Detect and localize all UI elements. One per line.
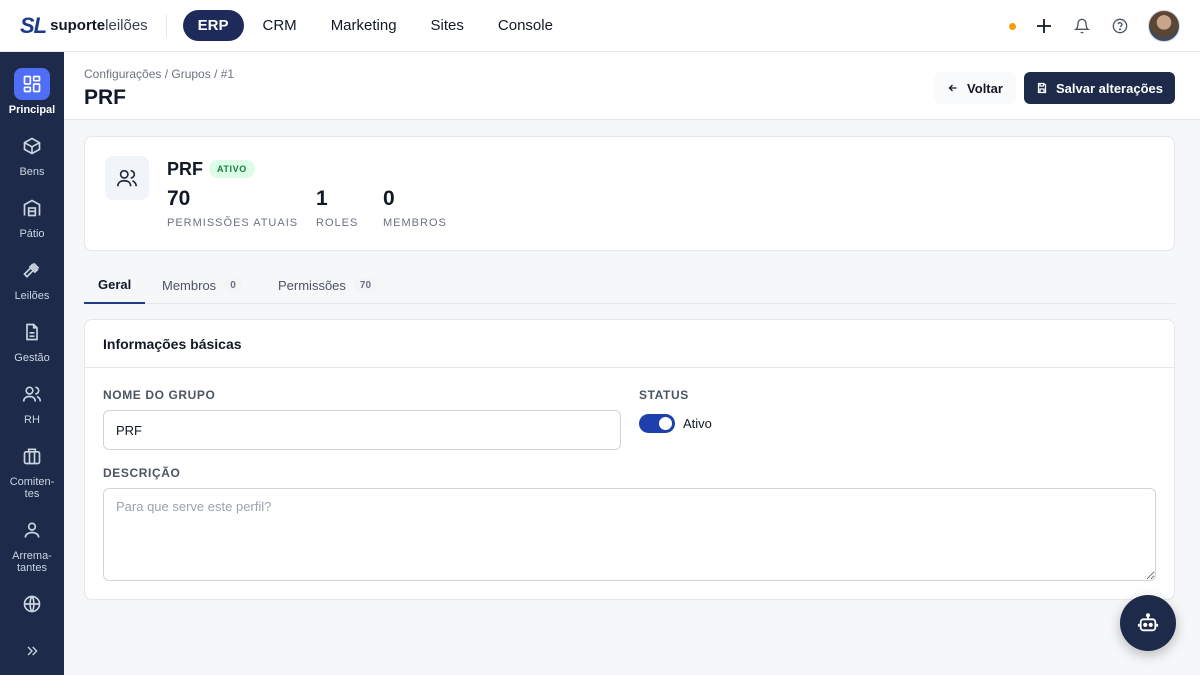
sidebar-item-label: Leilões <box>14 290 50 302</box>
stat-value: 70 <box>167 187 191 210</box>
sidebar-item-patio[interactable]: Pátio <box>0 192 64 240</box>
save-button[interactable]: Salvar alterações <box>1024 72 1175 104</box>
stat-label: ROLES <box>316 217 359 229</box>
page-header: Configurações / Grupos / #1 PRF Voltar S… <box>64 52 1200 120</box>
logo-mark: SL <box>20 12 47 38</box>
briefcase-icon <box>14 440 50 472</box>
bell-icon[interactable] <box>1072 16 1092 36</box>
tab-membros[interactable]: Membros 0 <box>148 266 256 304</box>
stat-permissions: 70 PERMISSÕES ATUAIS <box>167 187 298 229</box>
users-icon <box>105 156 149 200</box>
topnav-marketing[interactable]: Marketing <box>316 10 412 41</box>
sidebar-item-comitentes[interactable]: Comiten- tes <box>0 440 64 500</box>
robot-icon <box>1137 613 1159 632</box>
tab-geral[interactable]: Geral <box>84 266 146 304</box>
user-icon <box>14 514 50 546</box>
tabs: Geral Membros 0 Permissões 70 <box>84 266 1175 304</box>
breadcrumb[interactable]: Configurações / Grupos / #1 <box>84 67 234 81</box>
description-label: DESCRIÇÃO <box>103 466 181 480</box>
top-navigation: ERP CRM Marketing Sites Console <box>182 10 568 41</box>
toggle-knob <box>659 417 672 430</box>
stat-roles: 1 ROLES <box>316 187 358 229</box>
save-icon <box>1037 82 1047 94</box>
stat-value: 0 <box>383 187 395 210</box>
top-actions <box>1009 0 1180 52</box>
section-title: Informações básicas <box>85 320 1174 368</box>
status-label: STATUS <box>639 388 689 402</box>
sidebar-item-label: Pátio <box>19 228 45 240</box>
document-icon <box>14 316 50 348</box>
topnav-sites[interactable]: Sites <box>416 10 479 41</box>
sidebar-item-label: Principal <box>8 104 56 116</box>
topnav-crm[interactable]: CRM <box>248 10 312 41</box>
sidebar: Principal Bens Pátio Leilões Gestão RH C… <box>0 52 64 675</box>
sidebar-item-bens[interactable]: Bens <box>0 130 64 178</box>
logo-text: suporteleilões <box>50 17 148 34</box>
topnav-erp[interactable]: ERP <box>182 10 244 41</box>
help-icon[interactable] <box>1110 16 1130 36</box>
status-value: Ativo <box>683 416 712 431</box>
back-button[interactable]: Voltar <box>934 72 1016 104</box>
sidebar-item-label: Comiten- tes <box>9 476 55 500</box>
sidebar-expand-button[interactable] <box>0 635 64 667</box>
tab-permissoes[interactable]: Permissões 70 <box>264 266 391 304</box>
group-name-input[interactable] <box>103 410 621 450</box>
stat-label: PERMISSÕES ATUAIS <box>167 217 299 229</box>
back-button-label: Voltar <box>967 80 1003 96</box>
assistant-chat-button[interactable] <box>1120 595 1176 651</box>
tab-count: 0 <box>224 277 242 293</box>
sidebar-item-arrematantes[interactable]: Arrema- tantes <box>0 514 64 574</box>
sidebar-item-principal[interactable]: Principal <box>0 68 64 116</box>
tab-count: 70 <box>353 277 378 293</box>
tab-label: Permissões <box>278 277 346 293</box>
group-summary-card: PRF ATIVO 70 PERMISSÕES ATUAIS 1 ROLES 0… <box>84 136 1175 251</box>
stat-members: 0 MEMBROS <box>383 187 447 229</box>
save-button-label: Salvar alterações <box>1056 80 1163 96</box>
sidebar-item-rh[interactable]: RH <box>0 378 64 426</box>
tab-label: Membros <box>162 277 217 293</box>
stat-value: 1 <box>316 187 328 210</box>
brand-logo[interactable]: SL suporteleilões <box>20 0 148 52</box>
sidebar-item-label: Gestão <box>14 352 50 364</box>
status-dot <box>1009 22 1016 30</box>
grid-icon <box>14 68 50 100</box>
sidebar-item-label: Bens <box>19 166 45 178</box>
basic-info-card: Informações básicas NOME DO GRUPO STATUS… <box>84 319 1175 600</box>
status-toggle[interactable] <box>639 414 675 433</box>
tab-label: Geral <box>98 276 132 292</box>
globe-icon <box>14 588 50 620</box>
status-badge: ATIVO <box>209 160 255 178</box>
sidebar-item-sites[interactable] <box>0 588 64 620</box>
group-name-label: NOME DO GRUPO <box>103 388 216 402</box>
gavel-icon <box>14 254 50 286</box>
description-textarea[interactable] <box>103 488 1156 581</box>
stat-label: MEMBROS <box>383 217 447 229</box>
sidebar-item-label: Arrema- tantes <box>12 550 52 574</box>
arrow-left-icon <box>948 84 957 92</box>
box-icon <box>14 130 50 162</box>
top-bar: SL suporteleilões ERP CRM Marketing Site… <box>0 0 1200 52</box>
chevrons-right-icon <box>14 635 50 667</box>
plus-icon[interactable] <box>1034 16 1054 36</box>
group-name: PRF <box>167 159 203 179</box>
sidebar-item-label: RH <box>24 414 40 426</box>
divider <box>165 14 167 37</box>
avatar[interactable] <box>1148 10 1180 42</box>
warehouse-icon <box>14 192 50 224</box>
users-icon <box>14 378 50 410</box>
sidebar-item-leiloes[interactable]: Leilões <box>0 254 64 302</box>
sidebar-item-gestao[interactable]: Gestão <box>0 316 64 364</box>
topnav-console[interactable]: Console <box>483 10 568 41</box>
page-title: PRF <box>84 86 126 109</box>
